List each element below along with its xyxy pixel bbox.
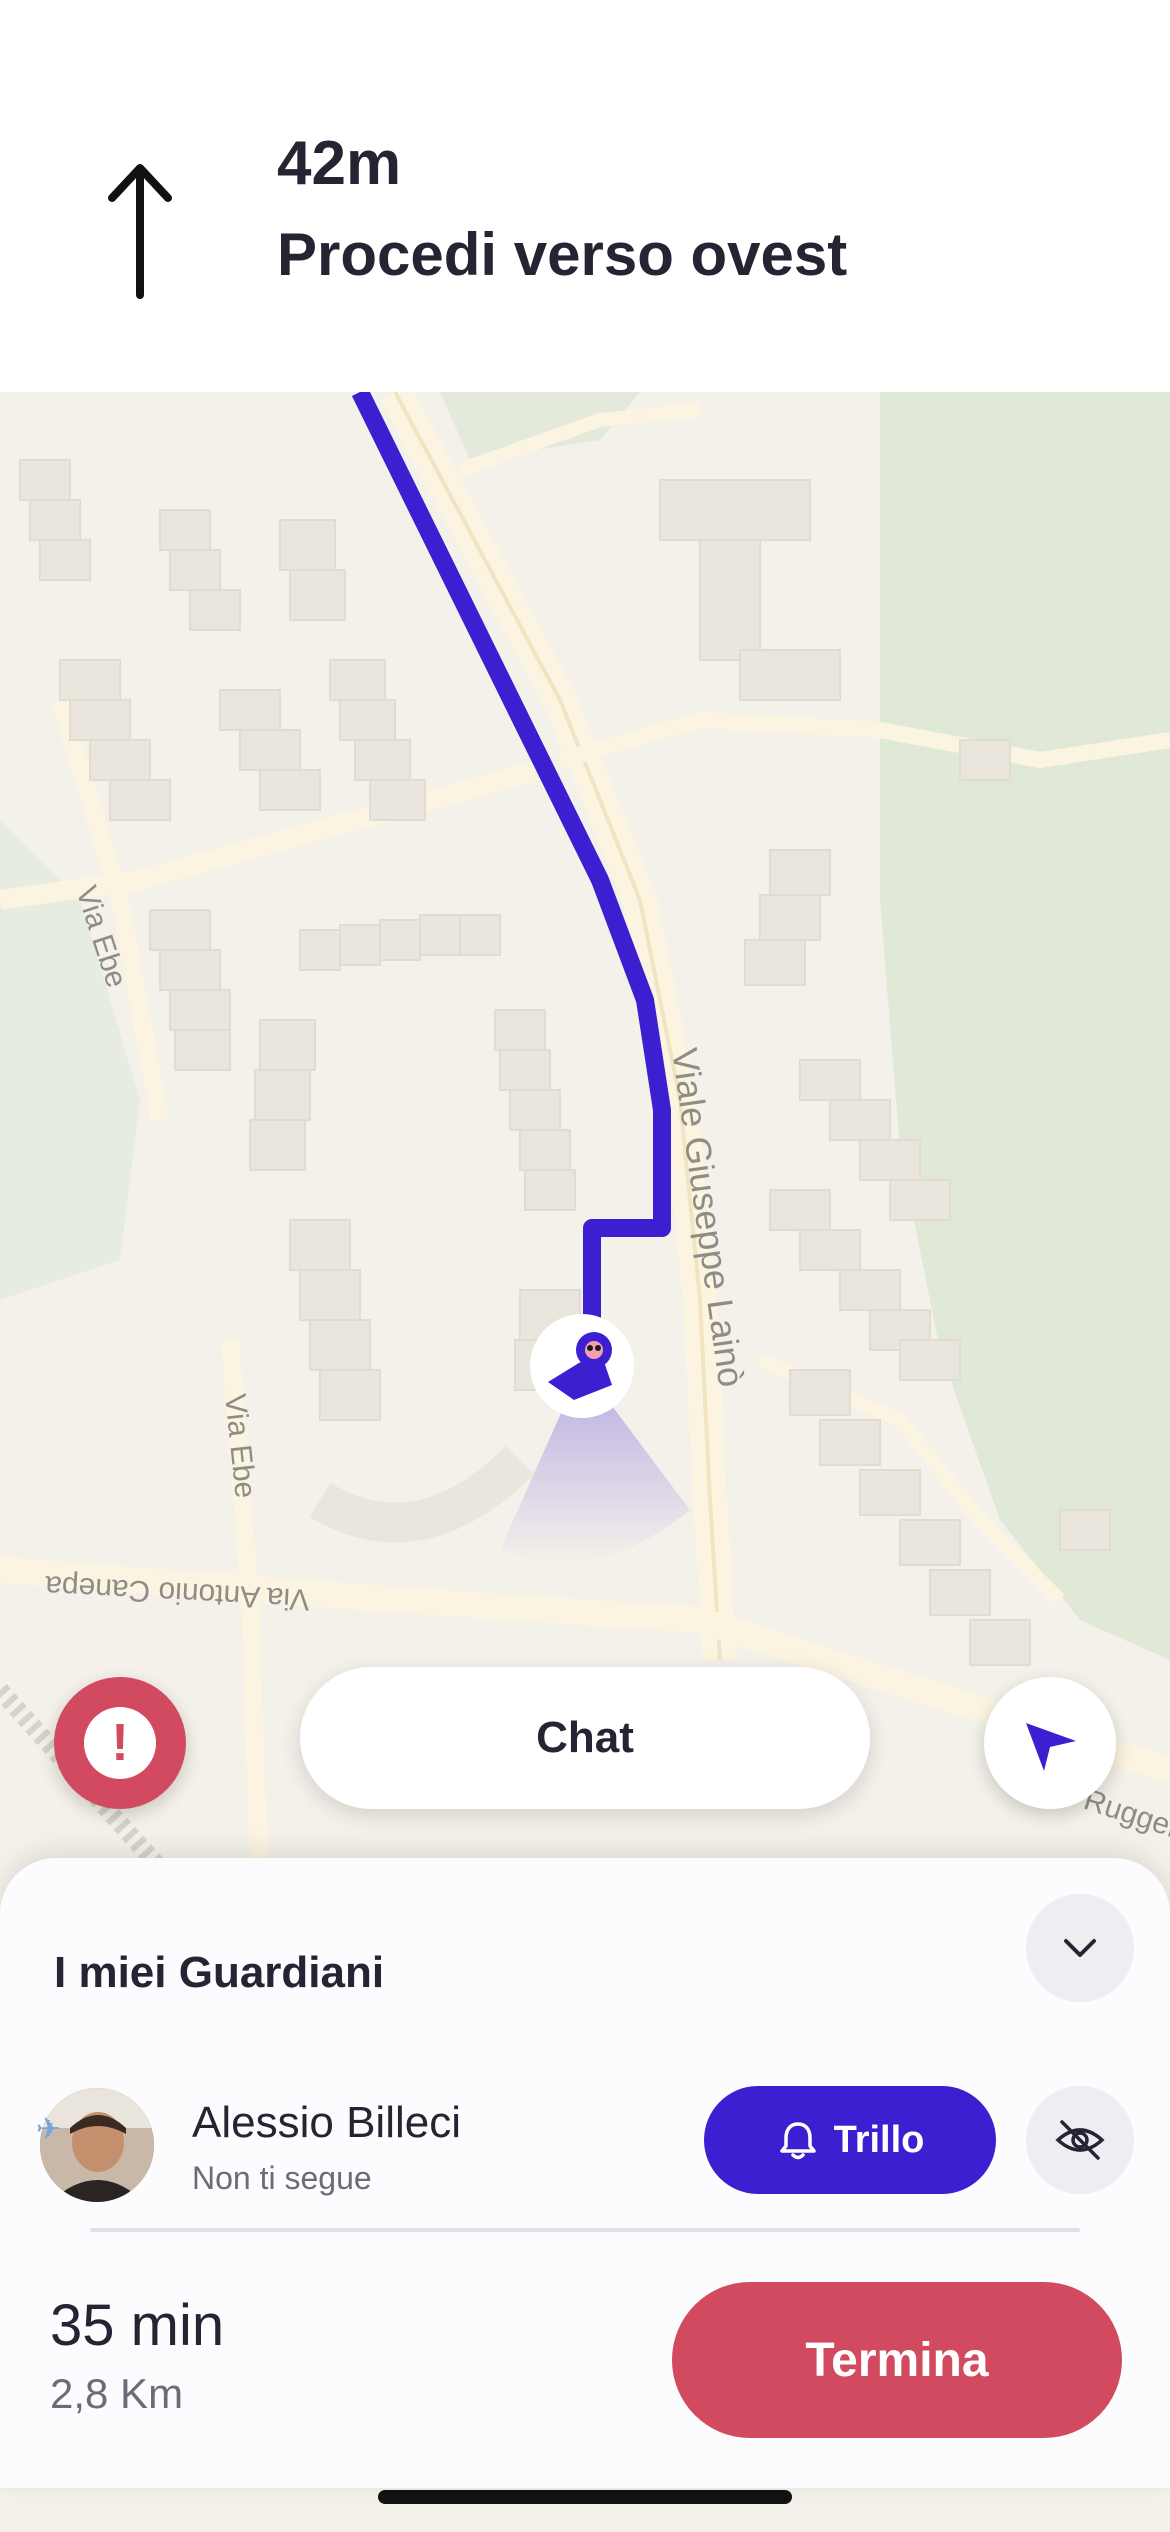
- trillo-button[interactable]: Trillo: [704, 2086, 996, 2194]
- chevron-down-icon: [1064, 1939, 1096, 1957]
- flight-mode-icon: ✈: [36, 2113, 62, 2146]
- guardian-name: Alessio Billeci: [192, 2098, 461, 2147]
- hide-guardian-button[interactable]: [1026, 2086, 1134, 2194]
- navigation-header: 42m Procedi verso ovest: [0, 0, 1170, 392]
- chat-button[interactable]: Chat: [300, 1667, 870, 1809]
- navigation-arrow-icon: [1026, 1723, 1076, 1771]
- trillo-label: Trillo: [833, 2118, 925, 2161]
- end-trip-button[interactable]: Termina: [672, 2282, 1122, 2438]
- home-indicator[interactable]: [378, 2490, 792, 2504]
- collapse-sheet-button[interactable]: [1026, 1894, 1134, 2002]
- navigation-screen: Via Ebe Via Ebe Viale Giuseppe Lainò Via…: [0, 0, 1170, 2532]
- eta-time: 35 min: [50, 2293, 225, 2358]
- recenter-button[interactable]: [984, 1677, 1116, 1809]
- next-turn-distance: 42m: [277, 129, 402, 198]
- divider: [90, 2228, 1080, 2232]
- sos-button[interactable]: !: [54, 1677, 186, 1809]
- guardian-status: Non ti segue: [192, 2160, 372, 2196]
- guardian-avatar-wrap: ✈: [36, 2084, 156, 2204]
- next-turn-instruction: Procedi verso ovest: [277, 221, 848, 288]
- bell-icon: [779, 2122, 816, 2160]
- guardians-sheet: I miei Guardiani ✈ Alessio Billeci Non t…: [0, 1858, 1170, 2488]
- exclamation-icon: !: [84, 1707, 156, 1779]
- guardian-row: ✈ Alessio Billeci Non ti segue Trillo: [0, 2078, 1170, 2208]
- eye-off-icon: [1055, 2120, 1105, 2160]
- eta-distance: 2,8 Km: [50, 2370, 184, 2417]
- sheet-title: I miei Guardiani: [54, 1948, 385, 1997]
- arrow-up-icon: [108, 164, 172, 299]
- user-location-marker: [530, 1314, 634, 1418]
